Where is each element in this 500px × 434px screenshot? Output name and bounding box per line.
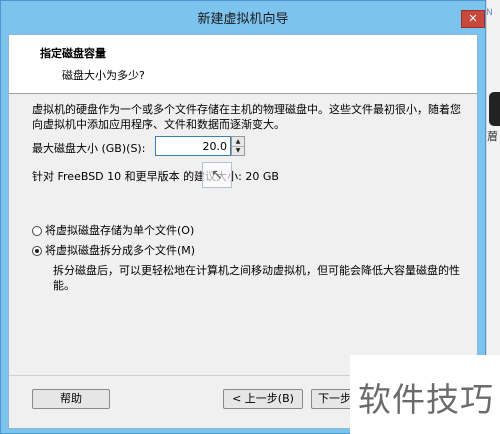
- radio-single-file-circle[interactable]: [32, 226, 42, 236]
- help-button[interactable]: 帮助: [32, 389, 110, 409]
- radio-multi-file[interactable]: 将虚拟磁盘拆分成多个文件(M): [32, 242, 195, 258]
- step-subtitle: 磁盘大小为多少?: [62, 69, 145, 82]
- step-title: 指定磁盘容量: [40, 47, 106, 60]
- mouse-cursor-icon: ↖: [202, 162, 232, 188]
- radio-single-file[interactable]: 将虚拟磁盘存储为单个文件(O): [32, 222, 194, 238]
- radio-single-file-label: 将虚拟磁盘存储为单个文件(O): [45, 224, 195, 237]
- watermark-overlay: 软件技巧: [350, 355, 500, 434]
- background-edge-letter: N: [486, 8, 493, 18]
- radio-selected-dot: [35, 249, 39, 253]
- radio-multi-file-label: 将虚拟磁盘拆分成多个文件(M): [45, 244, 196, 257]
- close-button[interactable]: ✕: [461, 10, 485, 28]
- title-bar[interactable]: 新建虚拟机向导 ✕: [1, 1, 485, 31]
- background-dark-shape: [489, 92, 500, 126]
- max-size-input[interactable]: [155, 136, 231, 156]
- window-title: 新建虚拟机向导: [197, 12, 289, 27]
- disk-description: 虚拟机的硬盘作为一个或多个文件存储在主机的物理磁盘中。这些文件最初很小，随着您向…: [32, 103, 461, 131]
- size-spinner: ▲ ▼: [231, 136, 245, 156]
- back-button[interactable]: < 上一步(B): [223, 389, 303, 409]
- wizard-header: 指定磁盘容量 磁盘大小为多少?: [9, 35, 477, 94]
- multi-file-description: 拆分磁盘后，可以更轻松地在计算机之间移动虚拟机，但可能会降低大容量磁盘的性能。: [53, 264, 460, 292]
- spin-down-icon[interactable]: ▼: [232, 146, 244, 155]
- max-size-label: 最大磁盘大小 (GB)(S):: [32, 142, 146, 155]
- background-edge-char: 葿: [487, 130, 498, 143]
- recommended-size-text: 针对 FreeBSD 10 和更早版本 的建议大小: 20 GB: [32, 170, 279, 183]
- radio-multi-file-circle[interactable]: [32, 246, 42, 256]
- watermark-text: 软件技巧: [358, 380, 494, 419]
